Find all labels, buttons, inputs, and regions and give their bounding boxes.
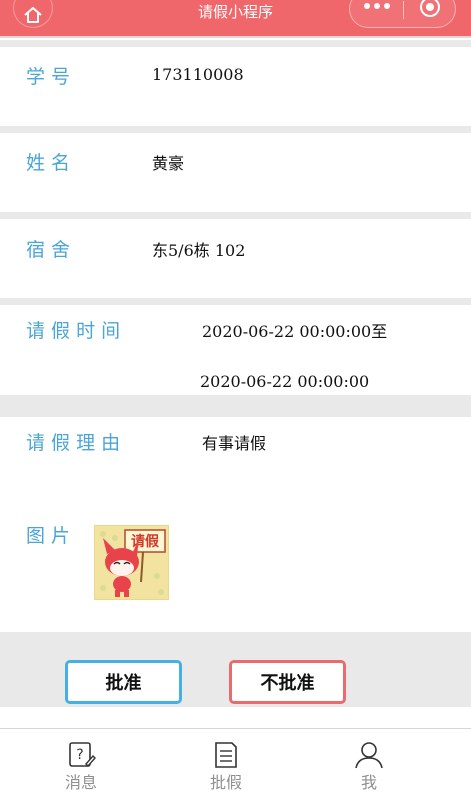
image-label: 图 片 (26, 525, 71, 547)
tab-messages-label: 消息 (64, 773, 97, 792)
dorm-label: 宿 舍 (26, 239, 71, 261)
leave-reason-value: 有事请假 (202, 434, 267, 453)
approve-button[interactable]: 批准 (65, 660, 182, 704)
name-label: 姓 名 (26, 152, 71, 174)
separator (0, 395, 471, 417)
user-icon (355, 742, 383, 769)
leave-time-start: 2020-06-22 00:00:00至 (202, 322, 388, 341)
tab-messages[interactable]: ? 消息 (21, 729, 141, 792)
tab-me-label: 我 (360, 773, 377, 792)
leave-reason-label: 请 假 理 由 (26, 432, 121, 454)
student-id-label: 学 号 (26, 66, 71, 88)
target-circle-icon[interactable] (420, 0, 440, 17)
reject-button[interactable]: 不批准 (229, 660, 346, 704)
dorm-value: 东5/6栋 102 (152, 241, 246, 260)
capsule-divider (403, 1, 404, 19)
separator (0, 707, 471, 728)
more-dots-icon[interactable] (364, 1, 390, 11)
navigation-bar: 请假小程序 (0, 0, 471, 38)
separator (0, 212, 471, 219)
svg-text:?: ? (76, 747, 83, 763)
leave-time-end: 2020-06-22 00:00:00 (200, 372, 370, 391)
separator (0, 40, 471, 47)
tab-approve-leave-label: 批假 (209, 773, 242, 792)
separator (0, 298, 471, 305)
document-icon (215, 742, 237, 768)
miniprogram-capsule (349, 0, 456, 28)
leave-image-thumbnail[interactable]: 请假 (94, 525, 169, 600)
tab-bar: ? 消息 批假 我 (0, 728, 471, 792)
separator (0, 126, 471, 133)
tab-approve-leave[interactable]: 批假 (166, 729, 286, 792)
student-id-value: 173110008 (152, 65, 244, 84)
name-value: 黄豪 (152, 154, 185, 173)
tab-me[interactable]: 我 (309, 729, 429, 792)
question-note-icon: ? (69, 742, 96, 768)
cartoon-fox-leave-image: 请假 (95, 526, 168, 599)
leave-time-label: 请 假 时 间 (26, 320, 121, 342)
